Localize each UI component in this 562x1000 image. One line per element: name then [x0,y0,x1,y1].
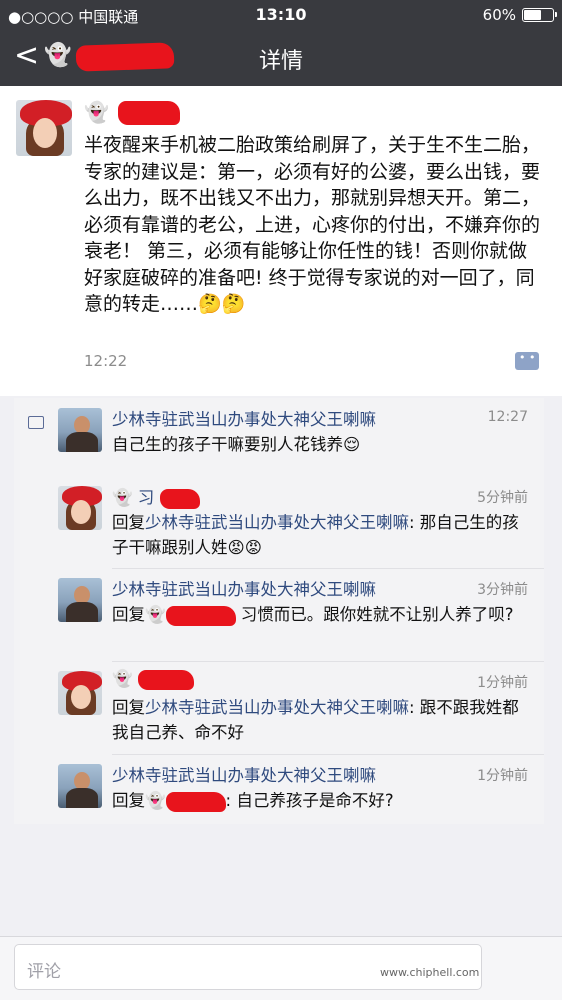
avatar-face [71,685,91,709]
post-content: 半夜醒来手机被二胎政策给刷屏了，关于生不生二胎，专家的建议是：第一，必须有好的公… [84,132,544,318]
comment-item[interactable]: 👻 1分钟前 回复少林寺驻武当山办事处大神父王喇嘛: 跟不跟我姓都我自己养、命不… [14,661,544,753]
avatar[interactable] [16,100,72,156]
avatar-body [66,602,98,622]
comment-time: 12:27 [487,409,528,425]
comment-bar: 评论 www.chiphell.com [0,936,562,1000]
comment-time: 1分钟前 [477,768,528,784]
clock: 13:10 [255,5,307,24]
post-emoji: 🤔🤔 [198,293,246,315]
avatar[interactable] [58,486,102,530]
comment-time: 5分钟前 [477,490,528,506]
avatar[interactable] [58,764,102,808]
reply-prefix: 回复 [112,791,145,810]
reply-target[interactable]: 少林寺驻武当山办事处大神父王喇嘛 [145,698,409,717]
ghost-icon: 👻 [145,791,166,810]
nav-bar: < 👻 详情 [0,30,562,86]
comment-author-prefix: 习 [137,488,155,507]
ghost-icon: 👻 [112,488,133,507]
comment-item[interactable]: 👻 习 5分钟前 回复少林寺驻武当山办事处大神父王喇嘛: 那自己生的孩子干嘛跟别… [14,476,544,564]
avatar-face [33,118,57,148]
comment-author[interactable]: 👻 [112,669,194,690]
comment-author[interactable]: 👻 习 [112,484,200,509]
reply-prefix: 回复 [112,605,145,624]
redacted-name[interactable] [165,791,226,812]
avatar[interactable] [58,671,102,715]
comment-text: 回复少林寺驻武当山办事处大神父王喇嘛: 跟不跟我姓都我自己养、命不好 [112,695,532,745]
reply-text: 习惯而已。跟你姓就不让别人养了呗? [240,605,514,624]
comment-author[interactable]: 少林寺驻武当山办事处大神父王喇嘛 [112,406,376,430]
comment-item[interactable]: 少林寺驻武当山办事处大神父王喇嘛 12:27 自己生的孩子干嘛要别人花钱养😌 [14,398,544,482]
comment-placeholder: 评论 [27,962,61,982]
redacted-name [159,488,200,509]
page-title: 详情 [258,49,303,74]
comment-author[interactable]: 少林寺驻武当山办事处大神父王喇嘛 [112,762,376,786]
redacted-name [137,669,194,690]
battery-icon [522,8,557,22]
comment-time: 1分钟前 [477,675,528,691]
status-right: 60% [482,6,557,24]
ghost-icon: 👻 [84,100,109,124]
comment-list: 少林寺驻武当山办事处大神父王喇嘛 12:27 自己生的孩子干嘛要别人花钱养😌 👻… [14,398,544,824]
status-bar: ●○○○○ 中国联通 13:10 60% [0,0,562,30]
ghost-icon: 👻 [145,605,166,624]
avatar-face [71,500,91,524]
battery-fill [524,10,541,20]
comment-icon[interactable] [515,351,539,370]
reply-target[interactable]: 少林寺驻武当山办事处大神父王喇嘛 [145,513,409,532]
post-time: 12:22 [84,352,128,370]
redacted-name[interactable] [165,605,236,626]
comment-text: 回复👻 习惯而已。跟你姓就不让别人养了呗? [112,602,532,627]
battery-percent: 60% [482,6,516,24]
comment-item[interactable]: 少林寺驻武当山办事处大神父王喇嘛 1分钟前 回复👻 : 自己养孩子是命不好? [14,754,544,824]
comment-time: 3分钟前 [477,582,528,598]
avatar[interactable] [58,578,102,622]
post-text: 半夜醒来手机被二胎政策给刷屏了，关于生不生二胎，专家的建议是：第一，必须有好的公… [84,134,541,315]
reply-text: : 自己养孩子是命不好? [225,791,394,810]
comment-text: 回复少林寺驻武当山办事处大神父王喇嘛: 那自己生的孩子干嘛跟别人姓😡😡 [112,510,532,560]
reply-prefix: 回复 [112,513,145,532]
comment-text: 回复👻 : 自己养孩子是命不好? [112,788,532,813]
avatar[interactable] [58,408,102,452]
moment-post: 👻 半夜醒来手机被二胎政策给刷屏了，关于生不生二胎，专家的建议是：第一，必须有好… [0,86,562,396]
ghost-icon: 👻 [112,669,133,688]
comment-item[interactable]: 少林寺驻武当山办事处大神父王喇嘛 3分钟前 回复👻 习惯而已。跟你姓就不让别人养… [14,568,544,660]
watermark-url: www.chiphell.com [380,966,480,979]
comment-author[interactable]: 少林寺驻武当山办事处大神父王喇嘛 [112,576,376,600]
comment-text: 自己生的孩子干嘛要别人花钱养😌 [112,435,361,454]
avatar-body [66,788,98,808]
reply-prefix: 回复 [112,698,145,717]
redacted-name[interactable] [118,101,180,125]
avatar-body [66,432,98,452]
